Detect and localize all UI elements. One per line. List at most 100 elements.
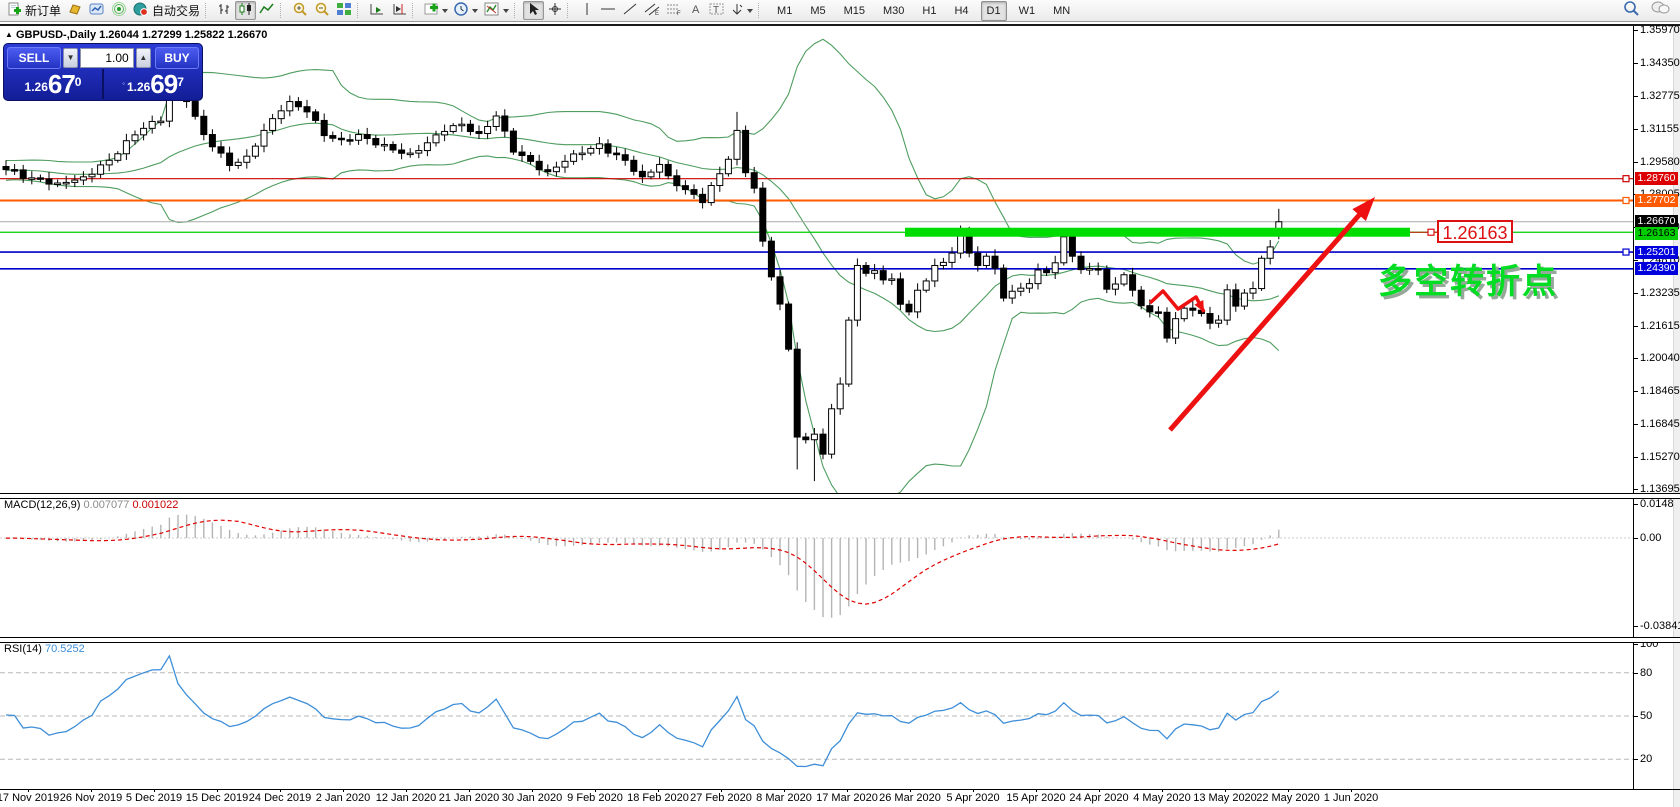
- buy-price-sup: 7: [177, 75, 184, 89]
- auto-scroll-button[interactable]: [366, 1, 388, 20]
- sell-price-big: 67: [47, 69, 76, 99]
- periods-button[interactable]: [451, 1, 481, 20]
- volume-increase-button[interactable]: ▲: [135, 47, 151, 68]
- timeframe-button-h1[interactable]: H1: [916, 1, 942, 21]
- price-level-label-object[interactable]: 1.26163: [1437, 220, 1513, 243]
- toolbar: 新订单 自动交易 E F A T M1 M5 M15 M30 H1 H4 D1 …: [0, 0, 1680, 21]
- chart-canvas[interactable]: [0, 26, 1680, 807]
- volume-decrease-button[interactable]: ▼: [63, 47, 79, 68]
- zoom-in-button[interactable]: [289, 1, 311, 20]
- sell-price[interactable]: 1.26 67 0: [4, 69, 102, 99]
- svg-text:A: A: [692, 4, 700, 16]
- timeframe-button-w1[interactable]: W1: [1013, 1, 1042, 21]
- signals-button[interactable]: [108, 1, 130, 20]
- chat-icon[interactable]: [1650, 0, 1670, 21]
- bar-chart-button[interactable]: [214, 1, 235, 20]
- timeframe-button-m1[interactable]: M1: [771, 1, 798, 21]
- channel-tool-button[interactable]: E: [641, 1, 663, 20]
- trendline-tool-button[interactable]: [619, 1, 641, 20]
- periods-clock-icon: [454, 1, 469, 20]
- arrows-tool-button[interactable]: [727, 1, 756, 20]
- date-axis-label: 21 Jan 2020: [438, 792, 500, 804]
- horizontal-line-tool-button[interactable]: [597, 1, 619, 20]
- macd-main-value: 0.007077: [83, 499, 130, 511]
- date-axis-label: 9 Feb 2020: [567, 792, 623, 804]
- vertical-line-tool-button[interactable]: [576, 1, 597, 20]
- dropdown-caret: [747, 9, 754, 16]
- price-tag: 1.26670: [1635, 214, 1678, 228]
- macd-axis-label: 0.00: [1640, 532, 1662, 544]
- crosshair-tool-button[interactable]: [544, 1, 565, 20]
- tile-windows-button[interactable]: [333, 1, 355, 20]
- fibonacci-tool-button[interactable]: F: [663, 1, 685, 20]
- buy-price[interactable]: ◦ 1.26 69 7: [104, 69, 202, 99]
- chart-symbol-period: GBPUSD-,Daily: [15, 29, 97, 41]
- price-axis-tick: [1634, 30, 1638, 31]
- chart-area: ▲ GBPUSD-,Daily 1.26044 1.27299 1.25822 …: [0, 24, 1680, 807]
- timeframe-button-m5[interactable]: M5: [804, 1, 831, 21]
- text-tool-button[interactable]: A: [685, 1, 706, 20]
- date-axis-label: 1 Jun 2020: [1323, 792, 1379, 804]
- text-label-tool-button[interactable]: T: [706, 1, 727, 20]
- line-chart-button[interactable]: [256, 1, 278, 20]
- date-axis-label: 5 Apr 2020: [946, 792, 1000, 804]
- horizontal-line-icon: [600, 2, 616, 19]
- dropdown-caret: [472, 9, 479, 16]
- timeframe-button-m30[interactable]: M30: [877, 1, 910, 21]
- price-axis-tick-label: 1.23235: [1640, 286, 1680, 299]
- rsi-axis-label: 80: [1640, 666, 1653, 679]
- chart-window-icon: [89, 2, 105, 19]
- buy-button[interactable]: BUY: [155, 46, 199, 69]
- autotrade-label: 自动交易: [152, 4, 201, 18]
- sell-price-small: 1.26: [24, 80, 48, 94]
- svg-text:E: E: [655, 11, 659, 16]
- date-axis-label: 24 Apr 2020: [1069, 792, 1129, 804]
- cursor-tool-button[interactable]: [523, 1, 545, 20]
- price-tag: 1.25201: [1635, 245, 1678, 259]
- zoom-out-icon: [314, 2, 330, 20]
- sell-button[interactable]: SELL: [7, 46, 61, 69]
- date-axis-label: 17 Mar 2020: [816, 792, 878, 804]
- date-axis-label: 13 May 2020: [1193, 792, 1257, 804]
- line-chart-icon: [259, 2, 275, 19]
- one-click-trading-panel: SELL ▼ 1.00 ▲ BUY 1.26 67 0 ◦ 1.26 69 7: [3, 43, 203, 101]
- chart-window-button[interactable]: [86, 1, 108, 20]
- pane-separator-rsi[interactable]: [0, 637, 1680, 643]
- tick-direction-dot: ◦: [122, 78, 125, 88]
- candlestick-chart-icon: [238, 2, 253, 19]
- candlestick-chart-button[interactable]: [235, 1, 257, 20]
- zoom-out-button[interactable]: [311, 1, 333, 20]
- search-icon[interactable]: [1623, 0, 1640, 21]
- cursor-icon: [528, 2, 540, 19]
- vertical-line-icon: [582, 2, 592, 19]
- turning-point-annotation[interactable]: 多空转折点: [1378, 254, 1558, 303]
- pane-separator-macd[interactable]: [0, 493, 1680, 499]
- timeframe-button-mn[interactable]: MN: [1047, 1, 1076, 21]
- rsi-value: 70.5252: [44, 643, 85, 655]
- buy-price-big: 69: [150, 69, 178, 99]
- price-axis-tick: [1634, 456, 1638, 458]
- dropdown-caret: [503, 9, 510, 16]
- timeframe-button-m15[interactable]: M15: [838, 1, 871, 21]
- rsi-axis-label: 50: [1640, 710, 1653, 722]
- price-axis-tick: [1634, 63, 1638, 65]
- templates-button[interactable]: [481, 1, 512, 20]
- indicators-button[interactable]: [421, 1, 451, 20]
- market-watch-button[interactable]: [64, 1, 86, 20]
- macd-axis-tick: [1634, 503, 1638, 505]
- new-order-button[interactable]: 新订单: [4, 1, 64, 20]
- price-axis-tick: [1634, 95, 1638, 97]
- autotrade-button[interactable]: 自动交易: [130, 1, 203, 20]
- price-axis-tick-label: 1.21615: [1640, 320, 1680, 332]
- indicators-icon: [424, 2, 439, 19]
- timeframe-button-h4[interactable]: H4: [948, 1, 974, 21]
- macd-axis-tick: [1634, 626, 1638, 628]
- volume-input[interactable]: 1.00: [80, 47, 134, 68]
- chart-shift-button[interactable]: [388, 1, 410, 20]
- timeframe-button-d1[interactable]: D1: [980, 0, 1007, 21]
- templates-icon: [484, 2, 500, 19]
- price-axis-tick-label: 1.16845: [1640, 418, 1680, 431]
- new-order-label: 新订单: [25, 4, 62, 18]
- scrollbar-strip[interactable]: [1673, 26, 1680, 807]
- text-label-icon: T: [709, 2, 724, 19]
